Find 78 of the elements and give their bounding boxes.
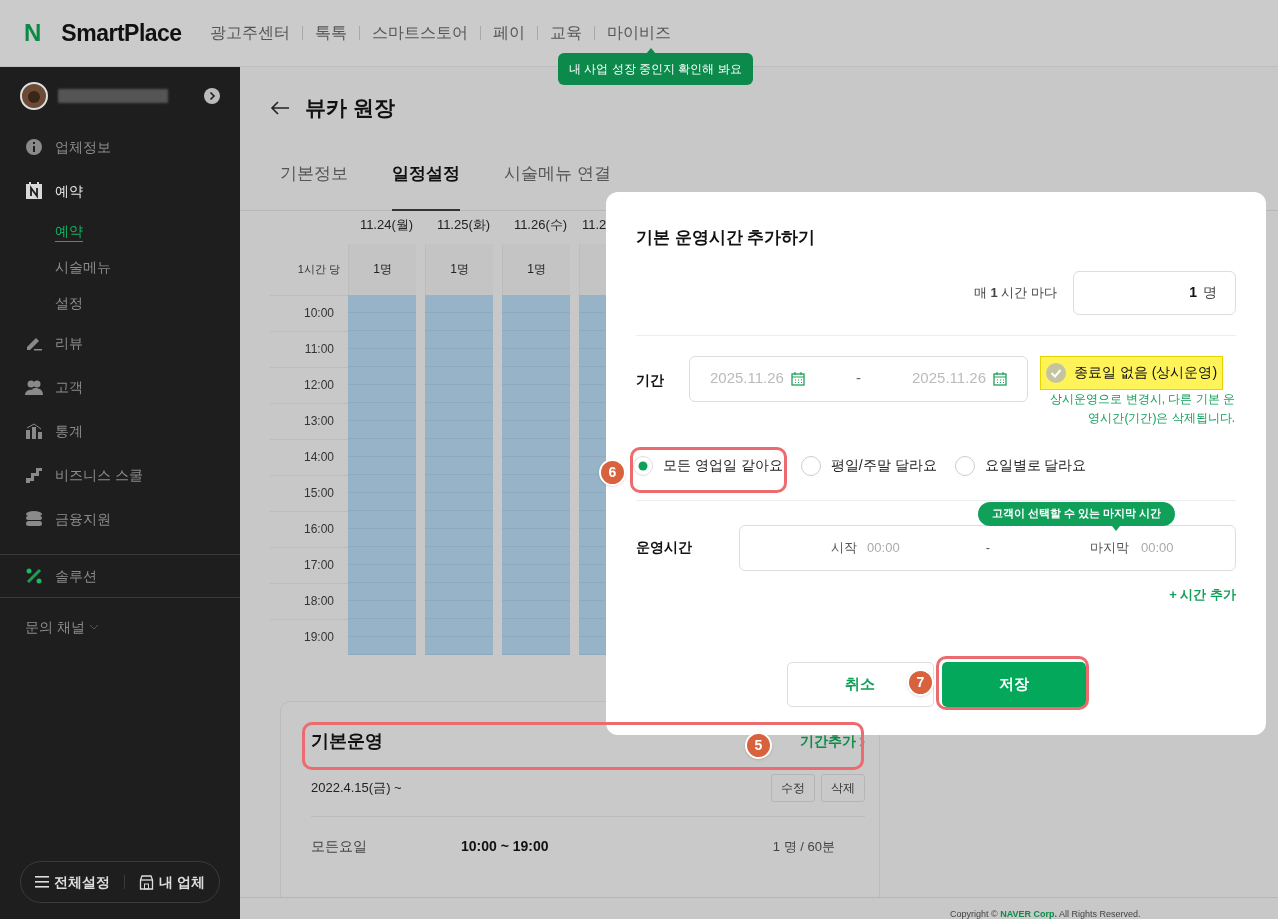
radio-option[interactable]: 요일별로 달라요 — [954, 445, 1087, 486]
sidebar-item[interactable]: 고객 — [0, 365, 240, 409]
stairs-icon — [25, 466, 43, 484]
save-button[interactable]: 저장 — [941, 662, 1086, 707]
date-label: 11.2 — [581, 215, 607, 234]
modal-title: 기본 운영시간 추가하기 — [636, 227, 817, 249]
nav-link[interactable]: 광고주센터 — [209, 21, 290, 45]
inquiry-dropdown[interactable]: 문의 채널 — [0, 598, 240, 656]
tab[interactable]: 시술메뉴 연결 — [504, 147, 611, 211]
check-circle-icon — [1046, 362, 1066, 383]
add-time-link[interactable]: + 시간 추가 — [1169, 584, 1236, 604]
card-title: 기본운영 — [311, 730, 383, 754]
no-end-checkbox[interactable]: 종료일 없음 (상시운영) — [1040, 355, 1224, 390]
sidebar-item[interactable]: 비즈니스 스쿨 — [0, 453, 240, 497]
nav-link[interactable]: 교육 — [549, 21, 582, 45]
store-icon — [139, 874, 155, 890]
sidebar-item[interactable]: 리뷰 — [0, 321, 240, 365]
capacity-text: 1 명 / 60분 — [772, 837, 835, 856]
radio-option[interactable]: 모든 영업일 같아요 — [633, 445, 783, 486]
info-icon — [25, 138, 43, 156]
capacity-cell: 1명 — [502, 243, 570, 295]
calendar-icon[interactable] — [790, 371, 805, 386]
hours-text: 10:00 ~ 19:00 — [461, 837, 549, 857]
page-title: 뷰카 원장 — [305, 95, 395, 122]
date-range-field[interactable]: 2025.11.26 - 2025.11.26 — [689, 355, 1028, 402]
sidebar-item[interactable]: 금융지원 — [0, 497, 240, 541]
sidebar-item[interactable]: 통계 — [0, 409, 240, 453]
nav-link[interactable]: 톡톡 — [314, 21, 347, 45]
date-label: 11.26(수) — [512, 215, 569, 234]
sidebar-item[interactable]: 솔루션 — [0, 555, 240, 597]
date-label: 11.25(화) — [435, 215, 492, 234]
per-hour-label: 1시간 당 — [296, 261, 341, 277]
back-arrow-icon[interactable] — [270, 100, 290, 115]
avatar-icon[interactable] — [20, 82, 48, 110]
card-button[interactable]: 수정 — [771, 773, 815, 802]
hours-label: 운영시간 — [636, 538, 693, 557]
radio-button[interactable] — [954, 455, 975, 476]
database-icon — [25, 510, 43, 528]
tab[interactable]: 기본정보 — [280, 147, 348, 211]
tab[interactable]: 일정설정 — [392, 147, 460, 211]
card-button[interactable]: 삭제 — [821, 773, 865, 802]
capacity-field[interactable]: 1 명 — [1073, 270, 1236, 315]
tooltip: 내 사업 성장 중인지 확인해 봐요 — [558, 53, 753, 85]
day-text: 모든요일 — [311, 837, 368, 857]
all-settings-button[interactable]: 전체설정 — [35, 871, 111, 893]
sidebar-subitem[interactable]: 예약 — [0, 213, 240, 249]
capacity-label: 매 1 시간 마다 — [973, 283, 1057, 302]
sidebar-item[interactable]: 예약 — [0, 169, 240, 213]
bar-chart-icon — [25, 422, 43, 440]
tooltip-pointer-icon — [646, 48, 656, 54]
period-note: 상시운영으로 변경시, 다른 기본 운영시간(기간)은 삭제됩니다. — [1049, 390, 1236, 427]
radio-button[interactable] — [633, 455, 653, 476]
sidebar-subitem[interactable]: 설정 — [0, 285, 240, 321]
hours-tooltip: 고객이 선택할 수 있는 마지막 시간 — [978, 501, 1176, 526]
period-text: 2022.4.15(금) ~ — [311, 778, 402, 797]
radio-option[interactable]: 평일/주말 달라요 — [800, 445, 937, 486]
tooltip-pointer-icon — [1112, 525, 1120, 531]
nav-link[interactable]: 스마트스토어 — [371, 21, 468, 45]
chevron-down-icon — [88, 624, 99, 630]
date-label: 11.24(월) — [358, 215, 415, 234]
sidebar-subitem[interactable]: 시술메뉴 — [0, 249, 240, 285]
people-icon — [25, 378, 43, 396]
capacity-cell: 1명 — [348, 243, 416, 295]
calendar-icon — [25, 182, 43, 200]
radio-button[interactable] — [800, 455, 821, 476]
logo-mark[interactable]: N — [24, 21, 42, 45]
nav-link[interactable]: 페이 — [492, 21, 525, 45]
nav-link[interactable]: 마이비즈 — [606, 21, 671, 45]
sidebar-item[interactable]: 업체정보 — [0, 125, 240, 169]
menu-icon — [35, 876, 50, 888]
add-period-link[interactable]: 기간추가 — [800, 731, 865, 753]
my-business-button[interactable]: 내 업체 — [139, 871, 205, 893]
percent-icon — [25, 567, 43, 585]
capacity-cell: 1명 — [425, 243, 493, 295]
copyright-text: Copyright © NAVER Corp. All Rights Reserved. — [950, 908, 1141, 919]
logo-text[interactable]: SmartPlace — [61, 15, 182, 51]
calendar-icon[interactable] — [993, 371, 1007, 386]
period-label: 기간 — [636, 370, 665, 390]
